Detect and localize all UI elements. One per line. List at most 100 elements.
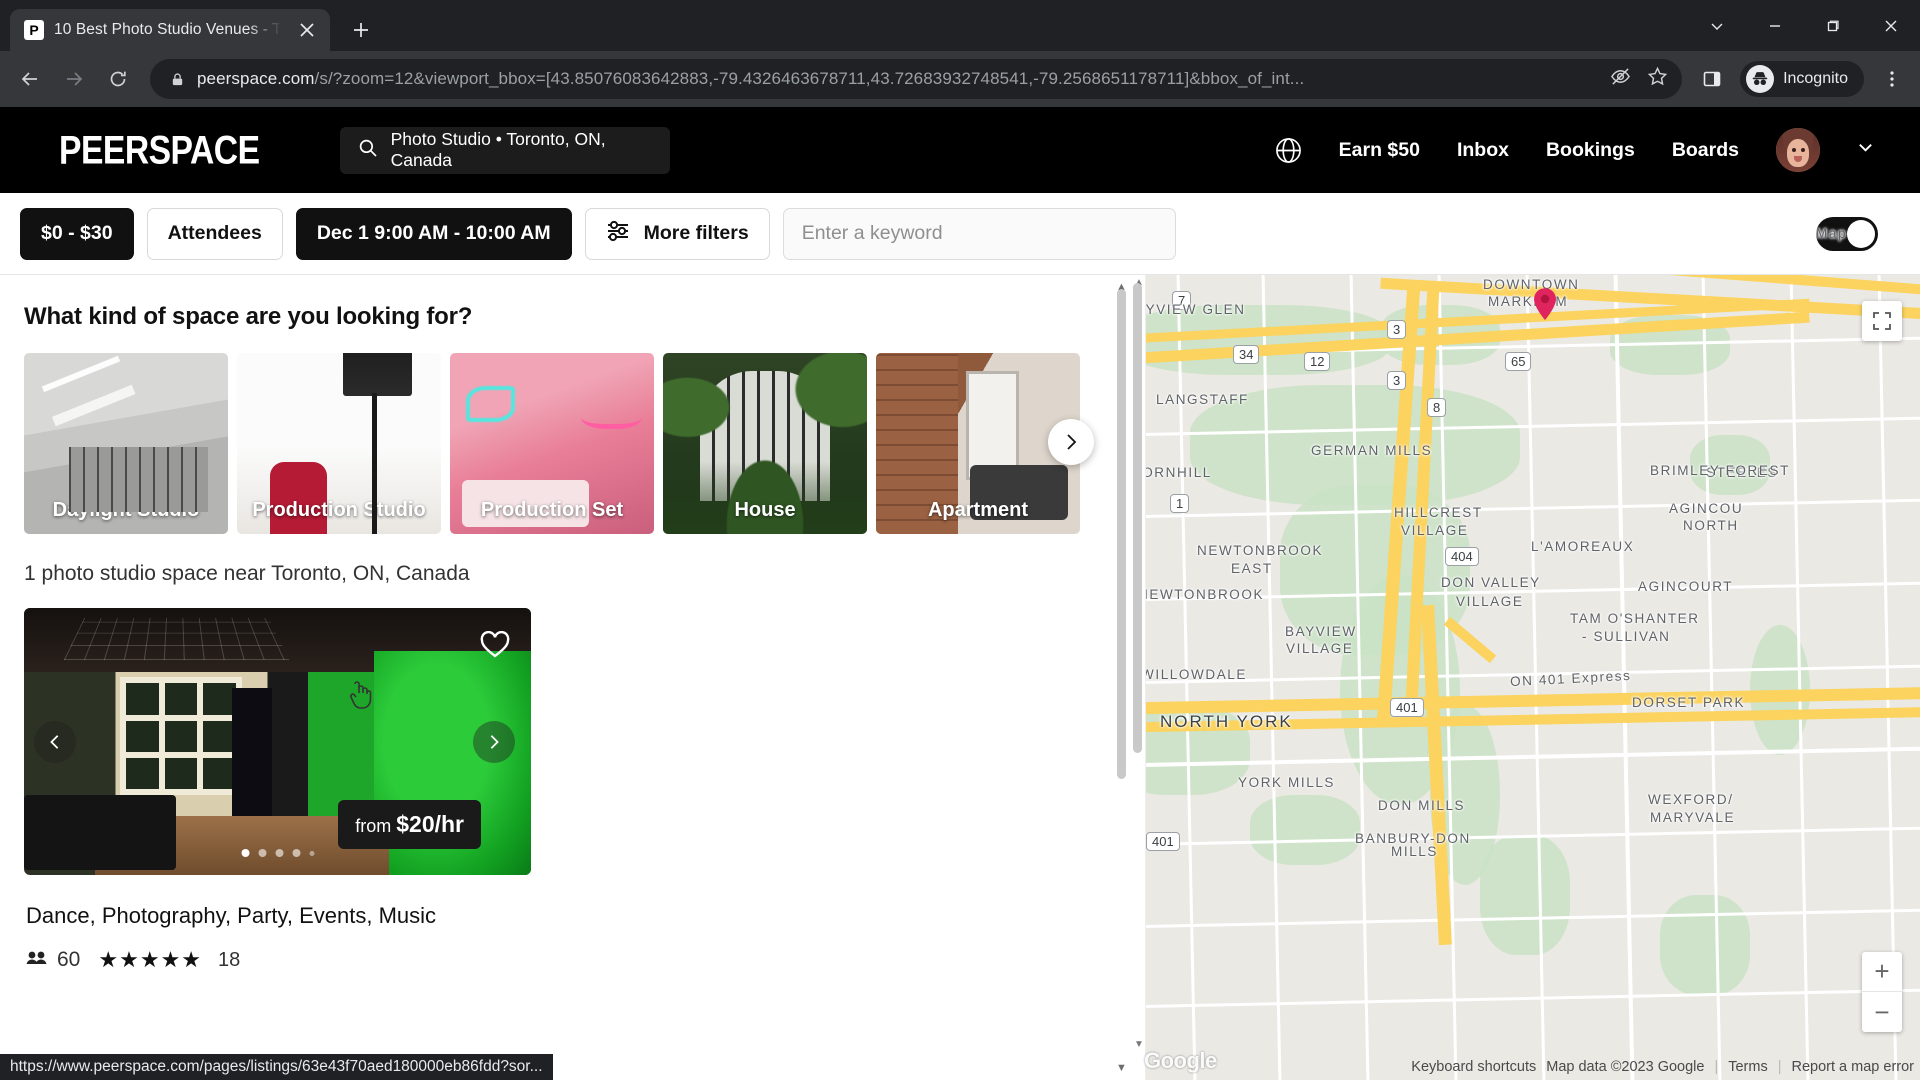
- category-card-production-set[interactable]: Production Set: [450, 353, 654, 534]
- eye-crossed-icon[interactable]: [1610, 66, 1631, 92]
- people-icon: [26, 948, 48, 972]
- browser-window: P 10 Best Photo Studio Venues - T peersp…: [0, 0, 1920, 1080]
- map-label: DORSET PARK: [1632, 695, 1746, 710]
- location-search-value: Photo Studio • Toronto, ON, Canada: [390, 129, 606, 170]
- browser-toolbar: peerspace.com/s/?zoom=12&viewport_bbox=[…: [0, 51, 1920, 107]
- nav-earn[interactable]: Earn $50: [1339, 139, 1420, 162]
- more-filters-button[interactable]: More filters: [584, 207, 770, 260]
- category-carousel: Daylight Studio Production Studio Produc…: [24, 353, 1106, 534]
- nav-bookings[interactable]: Bookings: [1546, 139, 1635, 162]
- listing-meta: 60 ★ ★ ★ ★ ★ 18: [26, 947, 531, 973]
- date-filter-chip[interactable]: Dec 1 9:00 AM - 10:00 AM: [295, 207, 572, 260]
- keyword-input[interactable]: [782, 207, 1176, 260]
- category-label: Apartment: [927, 499, 1028, 521]
- map-label: WEXFORD/: [1648, 792, 1734, 807]
- map-zoom-in-button[interactable]: +: [1862, 952, 1902, 992]
- chevron-down-icon[interactable]: [1857, 139, 1874, 161]
- google-logo: Google: [1144, 1048, 1217, 1073]
- map-panel[interactable]: 7 3 407 12 65 3 8 1 404 401 401 34 DOWNT…: [1130, 275, 1920, 1080]
- incognito-profile-button[interactable]: Incognito: [1740, 61, 1864, 97]
- listing-image[interactable]: from $20/hr: [24, 608, 531, 875]
- listing-prev-button[interactable]: [34, 720, 76, 763]
- map-label: VILLAGE: [1456, 594, 1524, 609]
- toolbar-right: Incognito: [1694, 61, 1910, 97]
- map-label: VILLAGE: [1401, 523, 1469, 538]
- minimize-icon[interactable]: [1746, 0, 1804, 51]
- map-label: MARYVALE: [1650, 810, 1736, 825]
- star-icon: ★: [139, 947, 160, 972]
- map-marker-pin[interactable]: [1532, 287, 1558, 321]
- review-count: 18: [218, 948, 241, 971]
- map-shield: 8: [1427, 398, 1447, 417]
- peerspace-logo[interactable]: PEERSPACE: [59, 127, 260, 173]
- map-scrollbar[interactable]: ▲ ▼: [1130, 275, 1146, 1080]
- category-next-button[interactable]: [1048, 419, 1094, 465]
- address-bar[interactable]: peerspace.com/s/?zoom=12&viewport_bbox=[…: [150, 59, 1683, 99]
- map-report-error-link[interactable]: Report a map error: [1792, 1059, 1915, 1075]
- address-bar-text: peerspace.com/s/?zoom=12&viewport_bbox=[…: [197, 69, 1598, 89]
- price-filter-chip[interactable]: $0 - $30: [20, 207, 134, 260]
- side-panel-icon[interactable]: [1694, 61, 1730, 97]
- attendees-filter-chip[interactable]: Attendees: [146, 207, 283, 260]
- url-domain: peerspace.com: [197, 69, 315, 88]
- map-zoom-out-button[interactable]: −: [1862, 992, 1902, 1032]
- map-canvas[interactable]: 7 3 407 12 65 3 8 1 404 401 401 34 DOWNT…: [1130, 275, 1920, 1080]
- new-tab-button[interactable]: [344, 13, 378, 47]
- filter-bar: $0 - $30 Attendees Dec 1 9:00 AM - 10:00…: [0, 193, 1920, 275]
- incognito-icon: [1746, 65, 1775, 93]
- map-label: WILLOWDALE: [1141, 667, 1248, 682]
- category-card-production-studio[interactable]: Production Studio: [237, 353, 441, 534]
- nav-boards[interactable]: Boards: [1672, 139, 1739, 162]
- map-label: NORTH YORK: [1160, 712, 1293, 731]
- category-label: Production Set: [480, 499, 624, 521]
- content-area: What kind of space are you looking for? …: [0, 275, 1920, 1080]
- chrome-menu-icon[interactable]: [1874, 61, 1910, 97]
- map-label: GERMAN MILLS: [1311, 443, 1433, 458]
- listing-next-button[interactable]: [473, 720, 515, 763]
- map-label: NORTH: [1683, 518, 1739, 533]
- map-toggle-label: Map: [1816, 226, 1848, 241]
- map-label: EAST: [1231, 561, 1273, 576]
- map-label: AYVIEW GLEN: [1136, 302, 1246, 317]
- listing-card[interactable]: from $20/hr Dance, Photography, Party, E…: [24, 608, 531, 973]
- back-button[interactable]: [10, 59, 50, 99]
- tab-close-icon[interactable]: [294, 17, 320, 43]
- map-shield: 404: [1445, 547, 1479, 566]
- keyboard-shortcuts-link[interactable]: Keyboard shortcuts: [1411, 1059, 1536, 1075]
- map-shield: 12: [1304, 352, 1331, 371]
- heart-icon[interactable]: [478, 628, 512, 662]
- category-card-house[interactable]: House: [663, 353, 867, 534]
- bookmark-star-icon[interactable]: [1647, 66, 1668, 92]
- results-panel: What kind of space are you looking for? …: [0, 275, 1130, 1080]
- results-count: 1 photo studio space near Toronto, ON, C…: [24, 562, 470, 585]
- price-prefix: from: [355, 816, 392, 836]
- category-label: Production Studio: [252, 499, 426, 521]
- maximize-icon[interactable]: [1804, 0, 1862, 51]
- window-close-icon[interactable]: [1862, 0, 1920, 51]
- reload-button[interactable]: [98, 59, 138, 99]
- scroll-down-arrow[interactable]: ▼: [1116, 1062, 1127, 1074]
- map-fullscreen-button[interactable]: [1862, 301, 1902, 341]
- map-label: NEWTONBROOK: [1197, 543, 1324, 558]
- map-shield: 34: [1233, 345, 1260, 364]
- map-label: AGINCOU: [1669, 501, 1744, 516]
- category-card-daylight-studio[interactable]: Daylight Studio: [24, 353, 228, 534]
- map-shield: 401: [1390, 698, 1424, 717]
- nav-inbox[interactable]: Inbox: [1457, 139, 1509, 162]
- chevron-down-icon[interactable]: [1688, 0, 1746, 51]
- browser-tab[interactable]: P 10 Best Photo Studio Venues - T: [10, 9, 330, 51]
- map-footer: Keyboard shortcuts Map data ©2023 Google…: [1411, 1059, 1914, 1075]
- tab-strip: P 10 Best Photo Studio Venues - T: [0, 0, 1920, 51]
- map-label: HILLCREST: [1394, 505, 1483, 520]
- listing-title[interactable]: Dance, Photography, Party, Events, Music: [26, 903, 531, 929]
- location-search-box[interactable]: Photo Studio • Toronto, ON, Canada: [339, 126, 670, 174]
- url-path: /s/?zoom=12&viewport_bbox=[43.8507608364…: [314, 69, 1305, 88]
- map-label: YORK MILLS: [1238, 775, 1336, 790]
- map-zoom-controls: + −: [1862, 952, 1902, 1032]
- avatar[interactable]: [1776, 128, 1820, 172]
- incognito-label: Incognito: [1783, 70, 1848, 87]
- results-scrollbar[interactable]: ▲ ▼: [1114, 281, 1128, 1074]
- forward-button[interactable]: [54, 59, 94, 99]
- map-terms-link[interactable]: Terms: [1728, 1059, 1767, 1075]
- globe-icon[interactable]: [1275, 137, 1302, 164]
